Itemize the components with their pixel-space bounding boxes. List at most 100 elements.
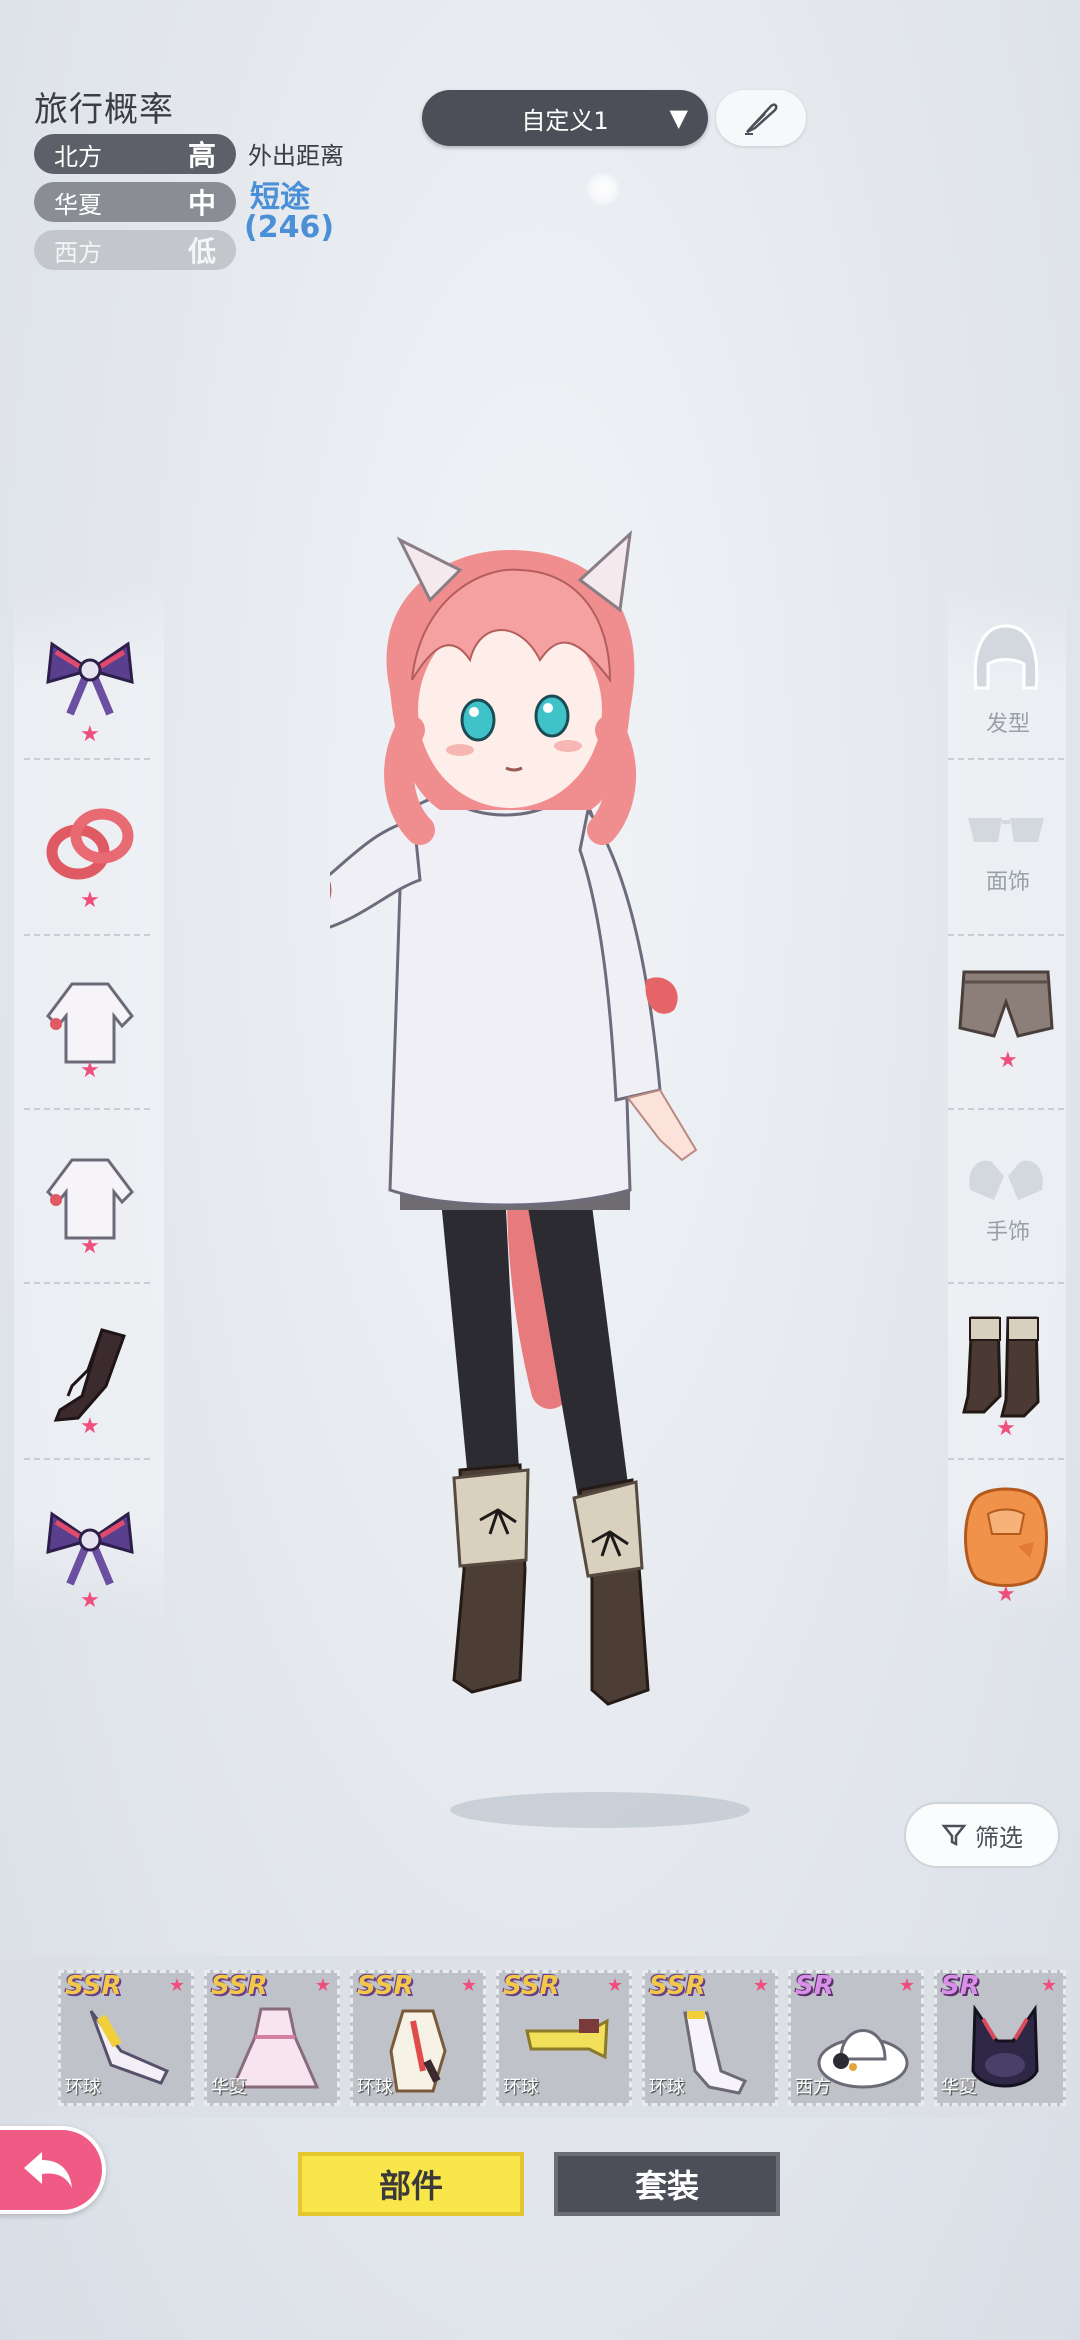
equipped-slot-sweater[interactable]: ★: [24, 958, 154, 1108]
tab-sets[interactable]: 套装: [554, 2152, 780, 2216]
feather-pen-icon: [745, 103, 778, 135]
equipped-slot-hair-bow[interactable]: ★: [24, 612, 154, 762]
category-bag-equipped[interactable]: ★: [948, 1484, 1066, 1634]
filter-label: 筛选: [975, 1823, 1023, 1852]
favorite-star-icon: ★: [168, 1975, 185, 1996]
origin-label: 环球: [503, 2077, 539, 2098]
rarity-badge: SSR: [211, 1971, 268, 2001]
probability-row-huaxia: 华夏 中: [34, 182, 236, 222]
slot-divider: [948, 1108, 1066, 1110]
probability-level: 低: [187, 235, 216, 268]
equipped-star-icon: ★: [80, 1414, 100, 1439]
probability-level: 高: [187, 139, 216, 172]
item-thumbnail-icon: [525, 2018, 609, 2060]
rarity-badge: SSR: [503, 1971, 560, 2001]
dropdown-arrow-icon: ▼: [669, 104, 688, 132]
probability-row-north: 北方 高: [34, 134, 236, 174]
slot-divider: [948, 1282, 1066, 1284]
category-bottoms-equipped[interactable]: ★: [948, 966, 1066, 1116]
item-strip[interactable]: SSR ★ 环球 SSR ★ 华夏 SSR ★ 环球 SSR ★ 环球 SSR …: [0, 1956, 1080, 2118]
equipped-star-icon: ★: [996, 1582, 1016, 1607]
gloves-icon: [969, 1160, 1043, 1200]
favorite-star-icon: ★: [460, 1975, 477, 1996]
back-button[interactable]: [0, 2126, 106, 2214]
rarity-badge: SR: [941, 1971, 980, 2001]
hair-icon: [973, 624, 1039, 690]
category-label: 面饰: [985, 870, 1030, 895]
filter-button[interactable]: 筛选: [904, 1802, 1060, 1868]
item-card[interactable]: SSR ★ 环球: [496, 1970, 632, 2106]
distance-count: (246): [244, 210, 335, 245]
equipped-star-icon: ★: [80, 888, 100, 913]
item-card[interactable]: SR ★ 华夏: [934, 1970, 1066, 2106]
category-shoes-equipped[interactable]: ★: [948, 1312, 1066, 1462]
equipped-star-icon: ★: [998, 1048, 1018, 1073]
preset-dropdown[interactable]: 自定义1 ▼: [422, 90, 708, 146]
slot-divider: [24, 934, 154, 936]
probability-level: 中: [187, 187, 216, 220]
item-card[interactable]: SSR ★ 华夏: [204, 1970, 340, 2106]
rename-button[interactable]: [716, 90, 806, 146]
backpack-icon: [964, 1487, 1048, 1587]
item-card[interactable]: SSR ★ 环球: [642, 1970, 778, 2106]
sweater-icon: [46, 982, 134, 1064]
equipped-star-icon: ★: [80, 1234, 100, 1259]
category-hair[interactable]: 发型: [948, 612, 1066, 762]
slot-divider: [948, 758, 1066, 760]
rarity-badge: SSR: [649, 1971, 706, 2001]
rings-icon: [46, 808, 134, 880]
origin-label: 华夏: [941, 2077, 977, 2098]
rarity-badge: SSR: [357, 1971, 414, 2001]
category-label: 手饰: [985, 1220, 1030, 1245]
origin-label: 西方: [795, 2077, 831, 2098]
equipped-slot-bow-accessory[interactable]: ★: [24, 1482, 154, 1632]
distance-label: 外出距离: [248, 142, 344, 170]
region-label: 华夏: [54, 190, 102, 219]
origin-label: 华夏: [211, 2077, 247, 2098]
equipped-items-column: ★ ★ ★ ★ ★ ★: [14, 582, 164, 1622]
probability-row-west: 西方 低: [34, 230, 236, 270]
rarity-badge: SR: [795, 1971, 834, 2001]
category-column: 发型 面饰 ★ 手饰 ★ ★: [948, 582, 1066, 1622]
item-card[interactable]: SSR ★ 环球: [58, 1970, 194, 2106]
favorite-star-icon: ★: [898, 1975, 915, 1996]
item-card[interactable]: SR ★ 西方: [788, 1970, 924, 2106]
favorite-star-icon: ★: [606, 1975, 623, 1996]
sparkle-decoration: [586, 172, 620, 206]
slot-divider: [948, 934, 1066, 936]
favorite-star-icon: ★: [1040, 1975, 1057, 1996]
origin-label: 环球: [649, 2077, 685, 2098]
travel-probability-title: 旅行概率: [34, 90, 174, 130]
favorite-star-icon: ★: [752, 1975, 769, 1996]
category-label: 发型: [985, 712, 1030, 737]
slot-divider: [24, 1108, 154, 1110]
equipped-star-icon: ★: [996, 1416, 1016, 1441]
origin-label: 环球: [65, 2077, 101, 2098]
tab-parts[interactable]: 部件: [298, 2152, 524, 2216]
glasses-icon: [968, 818, 1044, 842]
equipped-slot-rings[interactable]: ★: [24, 784, 154, 934]
back-arrow-icon: [24, 2152, 72, 2188]
equipped-star-icon: ★: [80, 1058, 100, 1083]
category-face[interactable]: 面饰: [948, 796, 1066, 946]
preset-label: 自定义1: [521, 106, 609, 135]
equipped-slot-tights[interactable]: ★: [24, 1308, 154, 1458]
slot-divider: [948, 1458, 1066, 1460]
ribbon-bow-icon: [46, 641, 134, 716]
equipped-slot-sweater-alt[interactable]: ★: [24, 1134, 154, 1284]
slot-divider: [24, 758, 154, 760]
slot-divider: [24, 1458, 154, 1460]
equipped-star-icon: ★: [80, 722, 100, 747]
equipped-star-icon: ★: [80, 1588, 100, 1613]
region-label: 西方: [54, 238, 102, 267]
shorts-icon: [958, 970, 1054, 1038]
category-hand[interactable]: 手饰: [948, 1142, 1066, 1292]
boots-icon: [962, 1316, 1040, 1418]
region-label: 北方: [54, 142, 102, 171]
character-model[interactable]: [330, 510, 820, 1830]
tights-icon: [53, 1328, 126, 1422]
origin-label: 环球: [357, 2077, 393, 2098]
favorite-star-icon: ★: [314, 1975, 331, 1996]
item-card[interactable]: SSR ★ 环球: [350, 1970, 486, 2106]
filter-icon: [941, 1824, 967, 1847]
